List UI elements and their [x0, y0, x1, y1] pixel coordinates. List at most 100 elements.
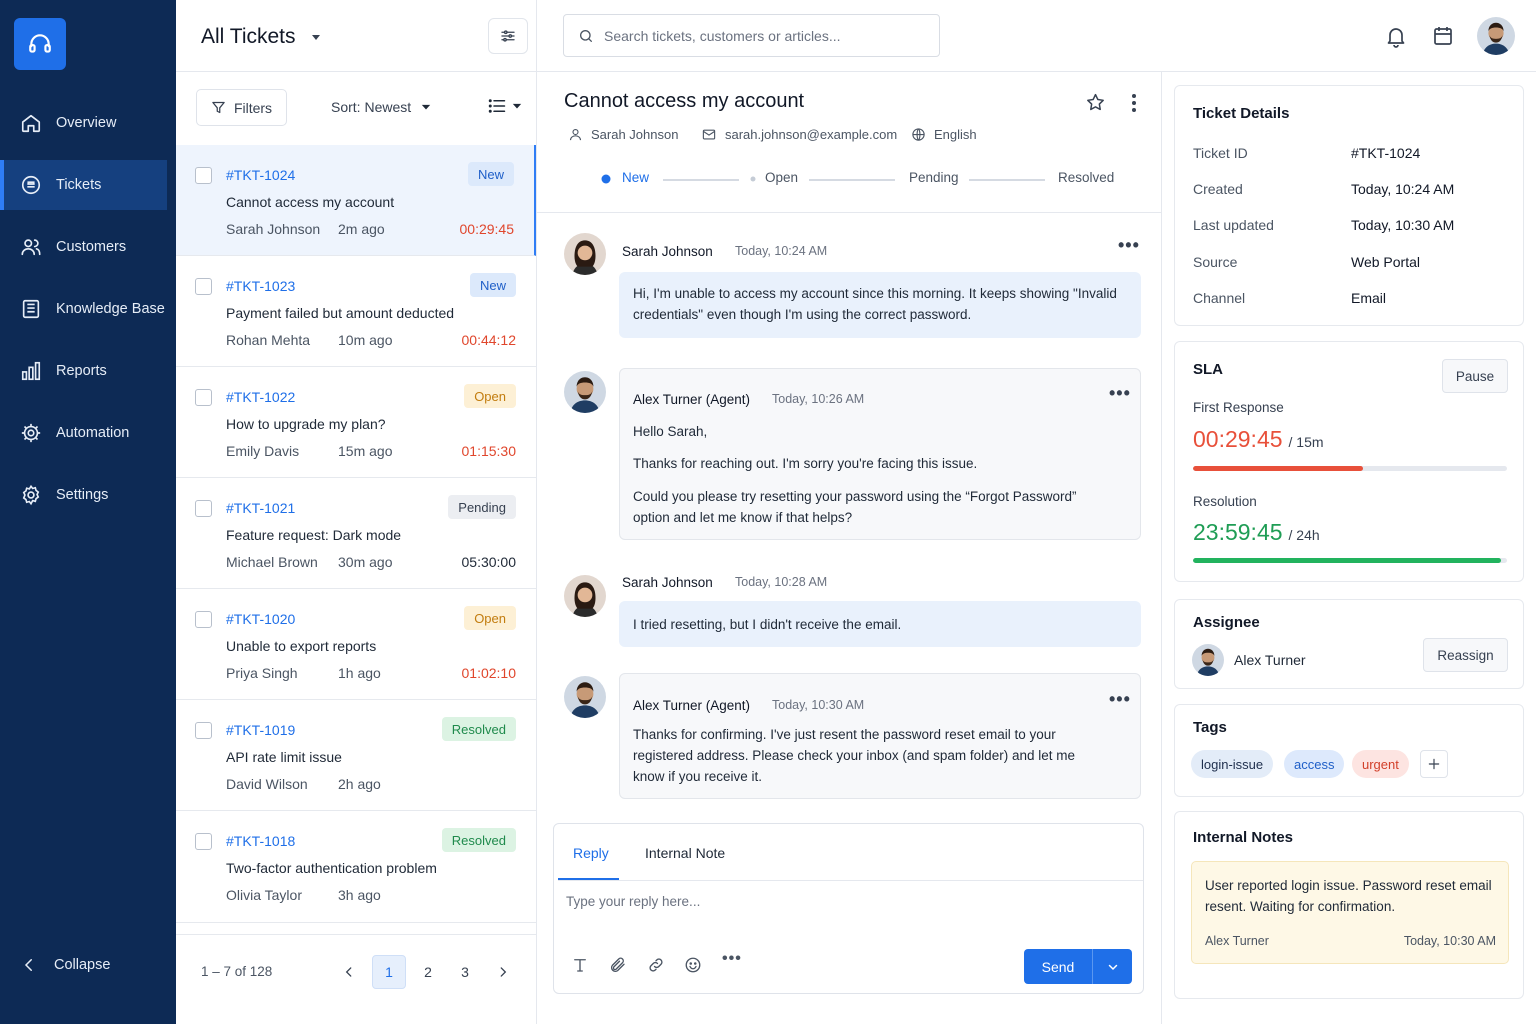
stepper-line [663, 179, 739, 181]
tab-internal-note[interactable]: Internal Note [645, 845, 725, 861]
stage-new[interactable]: New [622, 170, 649, 185]
sidebar-item-knowledge-base[interactable]: Knowledge Base [0, 284, 176, 334]
detail-key: Last updated [1193, 217, 1274, 233]
more-tools-icon[interactable]: ••• [722, 950, 742, 968]
list-view-selector[interactable]: All Tickets [201, 25, 322, 49]
ticket-row[interactable]: #TKT-1022 Open How to upgrade my plan? E… [176, 367, 536, 478]
ticket-checkbox[interactable] [195, 722, 212, 739]
page-button-1[interactable]: 1 [372, 955, 406, 989]
tag-access[interactable]: access [1284, 750, 1345, 778]
sidebar-item-customers[interactable]: Customers [0, 222, 176, 272]
send-options-button[interactable] [1093, 961, 1132, 973]
card-title: Ticket Details [1193, 105, 1290, 122]
add-tag-button[interactable] [1420, 750, 1448, 778]
ticket-timer: 05:30:00 [461, 554, 517, 570]
ticket-list-pane: All Tickets Filters Sort: Newest #TKT-10… [176, 0, 537, 1024]
user-avatar[interactable] [1477, 17, 1515, 55]
page-button-2[interactable]: 2 [411, 955, 445, 989]
message-text: Thanks for reaching out. I'm sorry you'r… [633, 456, 978, 471]
internal-notes-card: Internal Notes User reported login issue… [1174, 811, 1524, 999]
attach-button[interactable] [609, 956, 627, 977]
sidebar-item-reports[interactable]: Reports [0, 346, 176, 396]
detail-value: #TKT-1024 [1351, 145, 1421, 161]
ticket-checkbox[interactable] [195, 389, 212, 406]
sliders-icon [501, 30, 515, 42]
text-format-button[interactable] [571, 956, 589, 977]
list-options-button[interactable] [488, 18, 528, 54]
sort-dropdown[interactable]: Sort: Newest [331, 99, 431, 115]
headset-logo-icon[interactable] [14, 18, 66, 70]
more-options-button[interactable] [1131, 93, 1137, 116]
search-input[interactable]: Search tickets, customers or articles... [563, 14, 940, 57]
sidebar-item-label: Knowledge Base [56, 301, 165, 317]
page-button-3[interactable]: 3 [448, 955, 482, 989]
ticket-checkbox[interactable] [195, 833, 212, 850]
detail-key: Ticket ID [1193, 145, 1248, 161]
page-title: All Tickets [201, 25, 296, 48]
message-options-icon[interactable]: ••• [1118, 235, 1140, 256]
sidebar-item-label: Reports [56, 363, 107, 379]
ticket-timer: 00:44:12 [461, 332, 517, 348]
stepper-line [969, 179, 1045, 181]
ticket-email-meta[interactable]: sarah.johnson@example.com [701, 127, 897, 142]
notifications-button[interactable] [1384, 24, 1408, 51]
tag-urgent[interactable]: urgent [1352, 750, 1409, 778]
collapse-button[interactable]: Collapse [20, 956, 110, 974]
prev-page-button[interactable] [332, 955, 366, 989]
sla-resolution-time: 23:59:45 [1193, 519, 1283, 545]
home-icon [21, 114, 41, 133]
sidebar-item-automation[interactable]: Automation [0, 408, 176, 458]
ticket-age: 15m ago [338, 443, 393, 459]
message-options-icon[interactable]: ••• [1109, 689, 1131, 710]
message-time: Today, 10:24 AM [735, 244, 828, 258]
status-stepper: New Open Pending Resolved [597, 170, 1117, 190]
card-title: Internal Notes [1193, 829, 1294, 846]
ticket-customer-meta: Sarah Johnson [568, 127, 678, 142]
ticket-row[interactable]: #TKT-1024 New Cannot access my account S… [176, 145, 536, 256]
ticket-row[interactable]: #TKT-1020 Open Unable to export reports … [176, 589, 536, 700]
send-button[interactable]: Send [1024, 949, 1132, 984]
collapse-label: Collapse [54, 957, 111, 973]
stage-resolved[interactable]: Resolved [1058, 170, 1114, 185]
ticket-id: #TKT-1019 [226, 722, 296, 738]
ticket-row[interactable]: #TKT-1019 Resolved API rate limit issue … [176, 700, 536, 811]
message-text: Hi, I'm unable to access my account sinc… [633, 286, 1117, 322]
ticket-checkbox[interactable] [195, 500, 212, 517]
ticket-row[interactable]: #TKT-1021 Pending Feature request: Dark … [176, 478, 536, 589]
sidebar-item-settings[interactable]: Settings [0, 470, 176, 520]
ticket-checkbox[interactable] [195, 278, 212, 295]
sidebar-item-tickets[interactable]: Tickets [0, 160, 167, 210]
ticket-row[interactable]: #TKT-1018 Resolved Two-factor authentica… [176, 811, 536, 923]
send-label: Send [1041, 958, 1075, 975]
link-button[interactable] [647, 956, 665, 977]
reply-input[interactable]: Type your reply here... [566, 894, 700, 909]
reply-tabs-divider [558, 880, 1143, 881]
emoji-button[interactable] [684, 956, 702, 977]
sidebar-item-overview[interactable]: Overview [0, 98, 176, 148]
ticket-age: 10m ago [338, 332, 393, 348]
users-icon [21, 239, 41, 256]
ticket-id: #TKT-1022 [226, 389, 296, 405]
status-badge: New [467, 162, 514, 186]
ticket-checkbox[interactable] [195, 167, 212, 184]
message-options-icon[interactable]: ••• [1109, 383, 1131, 404]
filters-button[interactable]: Filters [196, 89, 287, 126]
star-button[interactable] [1085, 92, 1106, 116]
tag-login-issue[interactable]: login-issue [1191, 750, 1274, 778]
card-title: Assignee [1193, 614, 1260, 631]
sla-first-response-label: First Response [1193, 400, 1284, 415]
calendar-button[interactable] [1431, 24, 1455, 51]
stage-pending[interactable]: Pending [909, 170, 959, 185]
card-title: SLA [1193, 361, 1223, 378]
ticket-language-meta: English [911, 127, 977, 142]
next-page-button[interactable] [486, 955, 520, 989]
ticket-row[interactable]: #TKT-1023 New Payment failed but amount … [176, 256, 536, 367]
stage-open[interactable]: Open [765, 170, 798, 185]
reassign-button[interactable]: Reassign [1423, 638, 1508, 672]
tab-reply[interactable]: Reply [573, 845, 609, 861]
ticket-age: 3h ago [338, 887, 381, 903]
sla-first-response-time: 00:29:45 [1193, 426, 1283, 452]
view-toggle[interactable] [488, 98, 522, 114]
ticket-checkbox[interactable] [195, 611, 212, 628]
pause-button[interactable]: Pause [1442, 359, 1508, 393]
